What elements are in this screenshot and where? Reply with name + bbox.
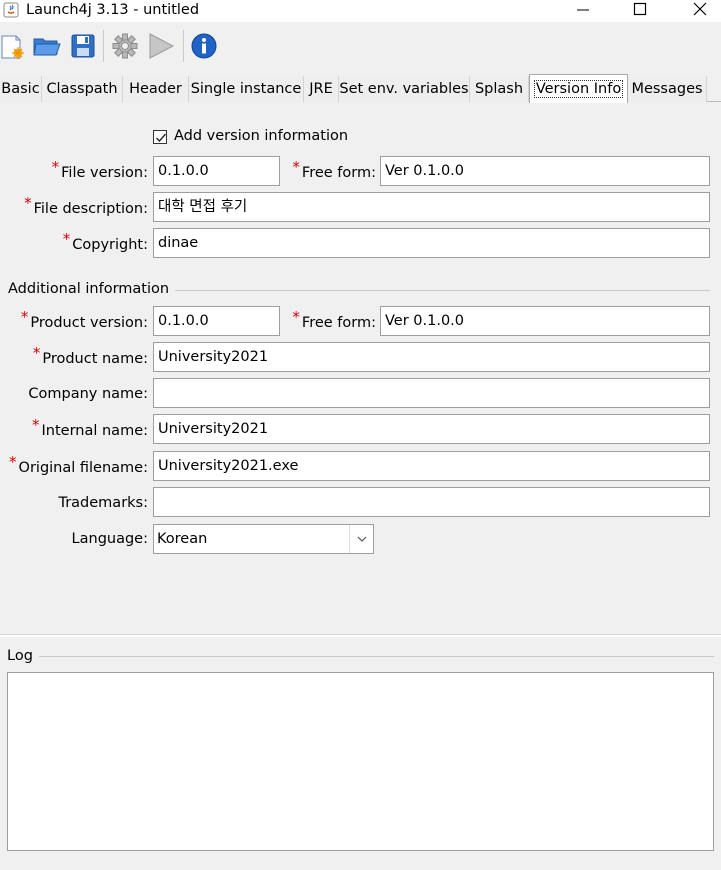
log-title: Log [7, 648, 39, 664]
product-name-label: * Product name: [32, 344, 148, 367]
tab-classpath[interactable]: Classpath [42, 76, 123, 102]
required-marker: * [32, 344, 41, 362]
tab-jre[interactable]: JRE [304, 76, 339, 102]
copyright-field[interactable]: dinae [153, 228, 710, 258]
maximize-button[interactable] [616, 0, 662, 22]
about-info-icon[interactable] [190, 32, 218, 60]
tab-basic[interactable]: Basic [0, 76, 42, 102]
company-name-field[interactable] [153, 378, 710, 408]
product-version-label: * Product version: [20, 308, 148, 331]
chevron-down-icon[interactable] [349, 525, 374, 553]
split-pane-divider[interactable] [0, 634, 721, 637]
copyright-label: * Copyright: [62, 230, 148, 253]
new-config-icon[interactable] [0, 32, 28, 60]
required-marker: * [9, 453, 17, 471]
tab-splash[interactable]: Splash [470, 76, 529, 102]
internal-name-field[interactable]: University2021 [153, 414, 710, 444]
tab-label: JRE [309, 81, 333, 97]
trademarks-label: Trademarks: [58, 495, 148, 511]
required-marker: * [62, 230, 71, 248]
language-selected-value: Korean [157, 531, 208, 547]
required-marker: * [292, 308, 300, 326]
required-marker: * [20, 308, 29, 326]
minimize-button[interactable] [560, 0, 606, 22]
close-button[interactable] [675, 0, 721, 22]
toolbar-separator [183, 30, 184, 62]
tab-label: Single instance [190, 81, 302, 97]
file-version-label: * File version: [51, 158, 148, 181]
tab-label: Version Info [533, 80, 624, 98]
add-version-info-label: Add version information [174, 128, 349, 144]
file-version-field[interactable]: 0.1.0.0 [153, 156, 280, 186]
required-marker: * [51, 158, 60, 176]
required-marker: * [24, 194, 32, 212]
java-app-icon [3, 2, 19, 18]
file-description-field[interactable]: 대학 면접 후기 [153, 192, 710, 222]
save-icon[interactable] [69, 32, 97, 60]
add-version-info-checkbox[interactable] [153, 130, 167, 144]
checkmark-icon [156, 133, 167, 143]
original-filename-label: * Original filename: [9, 453, 148, 476]
tab-set-env-variables[interactable]: Set env. variables [339, 76, 470, 102]
tab-messages[interactable]: Messages [628, 76, 707, 102]
tab-label: Set env. variables [339, 81, 469, 97]
tab-label: Messages [631, 81, 703, 97]
log-textarea[interactable] [7, 672, 714, 851]
product-free-form-field[interactable]: Ver 0.1.0.0 [380, 306, 710, 336]
product-version-field[interactable]: 0.1.0.0 [153, 306, 280, 336]
group-separator [170, 290, 710, 291]
required-marker: * [32, 416, 40, 434]
additional-information-title: Additional information [8, 281, 176, 297]
language-label: Language: [71, 531, 148, 547]
toolbar [0, 22, 721, 72]
window-title: Launch4j 3.13 - untitled [26, 2, 200, 18]
open-folder-icon[interactable] [33, 32, 61, 60]
product-name-field[interactable]: University2021 [153, 342, 710, 372]
trademarks-field[interactable] [153, 487, 710, 517]
run-play-icon[interactable] [147, 32, 175, 60]
company-name-label: Company name: [28, 386, 148, 402]
build-gear-icon[interactable] [111, 32, 139, 60]
toolbar-separator [103, 30, 104, 62]
tab-label: Classpath [46, 81, 118, 97]
tab-label: Header [129, 81, 182, 97]
file-description-label: * File description: [24, 194, 148, 217]
product-free-form-label: * Free form: [292, 308, 376, 331]
file-free-form-label: * Free form: [292, 158, 376, 181]
tab-version-info[interactable]: Version Info [529, 74, 628, 103]
tab-label: Basic [1, 81, 40, 97]
tab-header[interactable]: Header [123, 76, 189, 102]
file-free-form-field[interactable]: Ver 0.1.0.0 [380, 156, 710, 186]
log-group-separator [38, 656, 714, 657]
original-filename-field[interactable]: University2021.exe [153, 451, 710, 481]
internal-name-label: * Internal name: [32, 416, 148, 439]
tab-label: Splash [474, 81, 524, 97]
tab-single-instance[interactable]: Single instance [189, 76, 304, 102]
required-marker: * [292, 158, 300, 176]
